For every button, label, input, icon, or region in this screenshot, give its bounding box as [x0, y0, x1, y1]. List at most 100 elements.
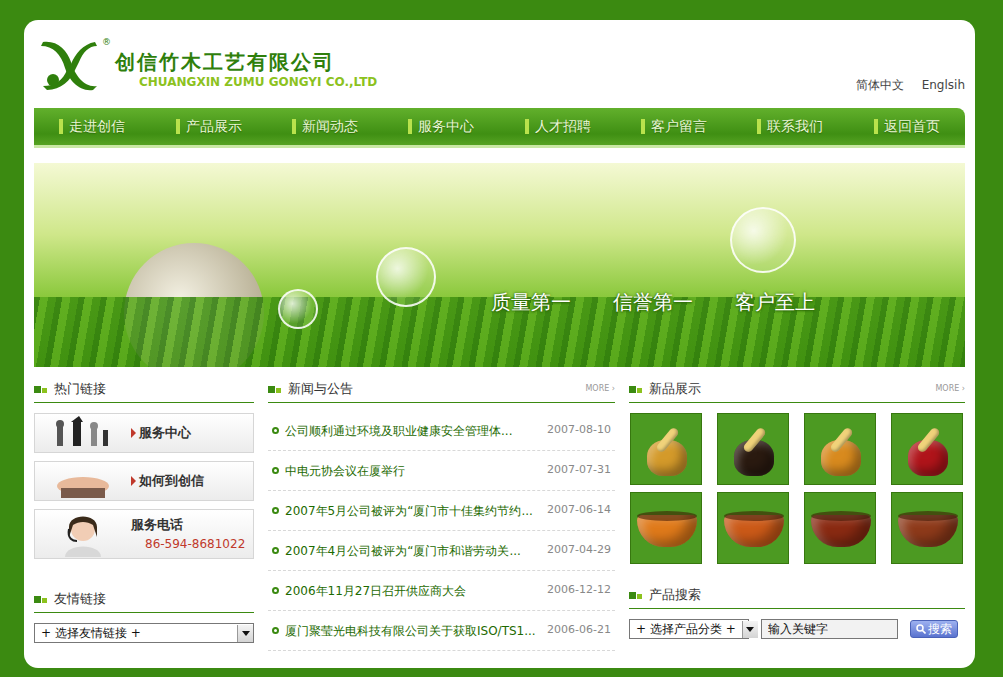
nav-item[interactable]: 走进创信 — [55, 116, 129, 137]
phone-icon — [35, 511, 131, 557]
dropdown-button[interactable] — [742, 621, 758, 638]
middle-column: 新闻与公告MORE › 公司顺利通过环境及职业健康安全管理体... 2007-08… — [268, 379, 615, 651]
nav-marker-icon — [757, 119, 761, 134]
hot-link-body: 服务中心 — [131, 423, 191, 443]
product-grid — [630, 413, 965, 564]
search-button[interactable]: 搜索 — [910, 620, 958, 638]
hot-link[interactable]: 如何到创信 — [34, 461, 254, 501]
bowl-rim-icon — [811, 511, 871, 521]
product-thumb[interactable] — [891, 492, 963, 564]
section-header: 新闻与公告MORE › — [268, 379, 615, 403]
dropdown-arrow-icon — [746, 627, 754, 632]
news-title[interactable]: 2007年4月公司被评为“厦门市和谐劳动关... — [285, 542, 521, 560]
slogan: 客户至上 — [735, 287, 815, 317]
page-panel: ® 创信竹木工艺有限公司 CHUANGXIN ZUMU GONGYI CO.,L… — [24, 20, 975, 668]
nav-item[interactable]: 服务中心 — [404, 116, 478, 137]
hot-link-label-row: 如何到创信 — [131, 471, 204, 491]
news-row: 厦门聚莹光电科技有限公司关于获取ISO/TS1...2006-06-21 — [268, 611, 615, 651]
nav-label[interactable]: 服务中心 — [418, 116, 474, 137]
product-thumb[interactable] — [804, 413, 876, 485]
search-button-label[interactable]: 搜索 — [928, 623, 952, 635]
nav-marker-icon — [176, 119, 180, 134]
nav-item[interactable]: 联系我们 — [753, 116, 827, 137]
section-icon — [629, 591, 643, 599]
section-icon — [34, 385, 48, 393]
product-thumb[interactable] — [717, 492, 789, 564]
nav-item[interactable]: 返回首页 — [870, 116, 944, 137]
language-link[interactable]: Englsih — [922, 76, 965, 94]
nav-item[interactable]: 客户留言 — [637, 116, 711, 137]
nav-item[interactable]: 产品展示 — [172, 116, 246, 137]
bullet-icon — [272, 467, 279, 474]
language-link[interactable]: 简体中文 — [856, 76, 904, 94]
nav-marker-icon — [408, 119, 412, 134]
nav-label[interactable]: 联系我们 — [767, 116, 823, 137]
select-value[interactable]: + 选择产品分类 + — [630, 620, 742, 638]
slogan: 质量第一 — [491, 287, 571, 317]
product-thumb[interactable] — [891, 413, 963, 485]
product-thumb[interactable] — [804, 492, 876, 564]
nav-item[interactable]: 新闻动态 — [288, 116, 362, 137]
header: ® 创信竹木工艺有限公司 CHUANGXIN ZUMU GONGYI CO.,L… — [34, 20, 965, 108]
hot-link-label[interactable]: 服务电话 — [131, 515, 183, 535]
product-thumb[interactable] — [630, 492, 702, 564]
news-date: 2007-08-10 — [539, 422, 611, 439]
bubble-icon — [376, 247, 436, 307]
company-name-en: CHUANGXIN ZUMU GONGYI CO.,LTD — [139, 75, 377, 91]
news-title[interactable]: 公司顺利通过环境及职业健康安全管理体... — [285, 422, 512, 440]
news-title[interactable]: 2006年11月27日召开供应商大会 — [285, 582, 466, 600]
nav-label[interactable]: 人才招聘 — [535, 116, 591, 137]
magnifier-icon — [916, 624, 926, 634]
news-row: 2007年4月公司被评为“厦门市和谐劳动关...2007-04-29 — [268, 531, 615, 571]
nav-marker-icon — [59, 119, 63, 134]
product-thumb[interactable] — [717, 413, 789, 485]
nav-label[interactable]: 产品展示 — [186, 116, 242, 137]
bullet-icon — [272, 547, 279, 554]
section-title: 产品搜索 — [649, 585, 701, 605]
news-title[interactable]: 中电元协会议在厦举行 — [285, 462, 405, 480]
bubble-icon — [730, 207, 796, 273]
logo: ® 创信竹木工艺有限公司 CHUANGXIN ZUMU GONGYI CO.,L… — [34, 20, 377, 108]
nav-item[interactable]: 人才招聘 — [521, 116, 595, 137]
select-value[interactable]: + 选择友情链接 + — [35, 624, 237, 642]
bullet-icon — [272, 587, 279, 594]
dropdown-button[interactable] — [237, 625, 253, 642]
product-thumb[interactable] — [630, 413, 702, 485]
news-row: 中电元协会议在厦举行2007-07-31 — [268, 451, 615, 491]
main-nav: 走进创信 产品展示 新闻动态 服务中心 人才招聘 客户留言 联系我们 返回首页 — [34, 108, 965, 148]
section-header: 产品搜索 — [629, 585, 965, 609]
section-title: 热门链接 — [54, 379, 106, 399]
hot-link-label[interactable]: 如何到创信 — [139, 471, 204, 491]
news-row: 2007年5月公司被评为“厦门市十佳集约节约... 2007-06-14 — [268, 491, 615, 531]
nav-label[interactable]: 客户留言 — [651, 116, 707, 137]
left-column: 热门链接 服务中心如何到创信服务电话86-594-8681022 友情链接 + … — [34, 379, 254, 651]
more-link[interactable]: MORE › — [585, 383, 615, 395]
hot-link[interactable]: 服务中心 — [34, 413, 254, 453]
hot-link[interactable]: 服务电话86-594-8681022 — [34, 509, 254, 559]
friend-link-select[interactable]: + 选择友情链接 + — [34, 623, 254, 643]
nav-label[interactable]: 走进创信 — [69, 116, 125, 137]
more-link[interactable]: MORE › — [935, 383, 965, 395]
section-icon — [629, 385, 643, 393]
right-column: 新品展示MORE › 产品搜索 + 选择产品分类 + 搜索 — [629, 379, 965, 651]
news-date: 2007-06-14 — [539, 502, 611, 519]
news-title[interactable]: 2007年5月公司被评为“厦门市十佳集约节约... — [285, 502, 533, 520]
hot-link-body: 如何到创信 — [131, 471, 204, 491]
section-header: 新品展示MORE › — [629, 379, 965, 403]
keyword-input[interactable] — [761, 619, 898, 639]
phone-number: 86-594-8681022 — [145, 535, 245, 553]
logo-icon — [37, 36, 101, 92]
nav-marker-icon — [641, 119, 645, 134]
nav-label[interactable]: 新闻动态 — [302, 116, 358, 137]
company-name: 创信竹木工艺有限公司 — [115, 50, 377, 75]
hot-link-label[interactable]: 服务中心 — [139, 423, 191, 443]
arrow-icon — [131, 428, 136, 438]
nav-label[interactable]: 返回首页 — [884, 116, 940, 137]
dropdown-arrow-icon — [242, 631, 250, 636]
bowl-rim-icon — [637, 511, 697, 521]
section-icon — [34, 595, 48, 603]
news-title[interactable]: 厦门聚莹光电科技有限公司关于获取ISO/TS1... — [285, 622, 536, 640]
language-switch: 简体中文 Englsih — [856, 20, 965, 108]
slogans: 质量第一信誉第一客户至上 — [34, 163, 965, 317]
category-select[interactable]: + 选择产品分类 + — [629, 619, 749, 639]
